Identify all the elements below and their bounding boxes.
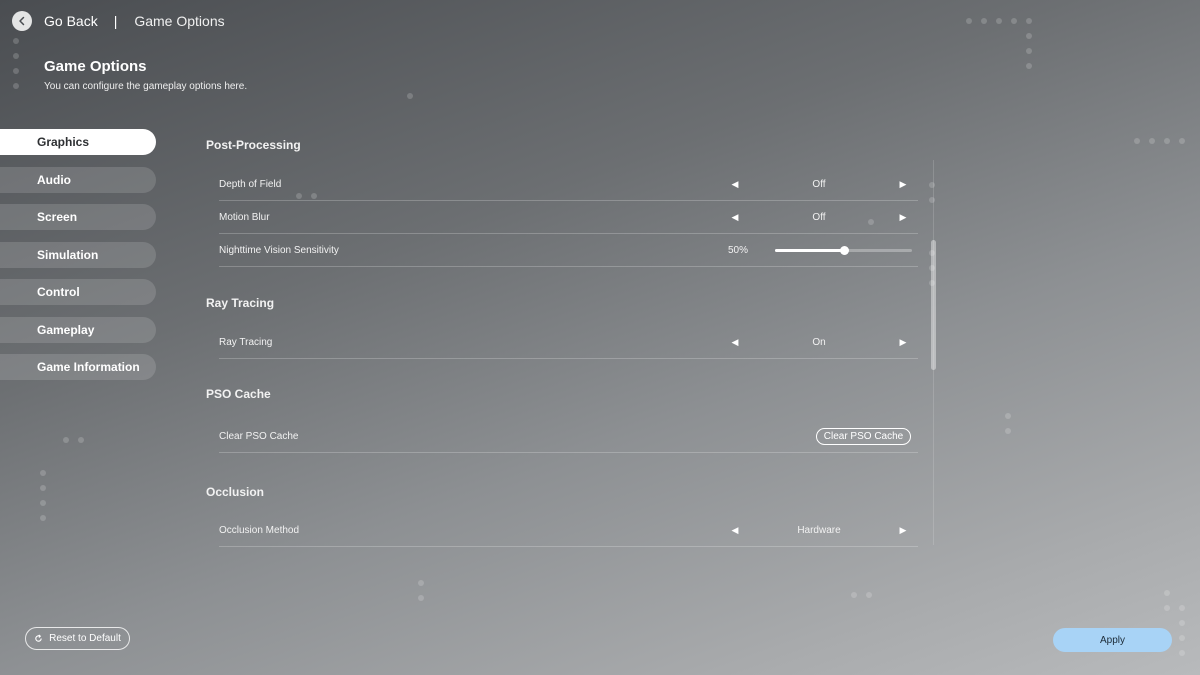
page-title: Game Options bbox=[44, 58, 147, 75]
setting-label: Ray Tracing bbox=[219, 336, 273, 348]
scrollbar-thumb[interactable] bbox=[931, 240, 936, 370]
clear-pso-cache-button[interactable]: Clear PSO Cache bbox=[816, 428, 911, 445]
setting-label: Occlusion Method bbox=[219, 524, 300, 536]
option-value: Hardware bbox=[797, 524, 841, 536]
setting-label: Depth of Field bbox=[219, 178, 282, 190]
sidebar-item-screen[interactable]: Screen bbox=[0, 204, 156, 230]
back-button[interactable] bbox=[12, 11, 32, 31]
setting-label: Motion Blur bbox=[219, 211, 270, 223]
section-title-pso-cache: PSO Cache bbox=[206, 387, 271, 401]
reset-label: Reset to Default bbox=[49, 633, 121, 644]
arrow-right-icon[interactable]: ▶ bbox=[897, 212, 909, 223]
option-value: Off bbox=[812, 178, 826, 190]
setting-row-depth-of-field: Depth of Field ◀ Off ▶ bbox=[219, 168, 918, 201]
arrow-right-icon[interactable]: ▶ bbox=[897, 525, 909, 536]
scrollbar[interactable] bbox=[931, 240, 936, 370]
sidebar-item-gameplay[interactable]: Gameplay bbox=[0, 316, 156, 343]
refresh-icon bbox=[34, 634, 43, 643]
arrow-left-icon[interactable]: ◀ bbox=[729, 179, 741, 190]
chevron-left-icon bbox=[19, 16, 25, 26]
option-selector: ◀ Hardware ▶ bbox=[729, 514, 909, 546]
page-subtitle: You can configure the gameplay options h… bbox=[44, 81, 248, 92]
slider-value: 50% bbox=[728, 244, 749, 256]
option-selector: ◀ Off ▶ bbox=[729, 168, 909, 200]
option-selector: ◀ Off ▶ bbox=[729, 201, 909, 233]
setting-row-clear-pso-cache: Clear PSO Cache Clear PSO Cache bbox=[219, 420, 918, 453]
option-selector: ◀ On ▶ bbox=[729, 326, 909, 358]
slider-track[interactable] bbox=[775, 245, 912, 255]
reset-to-default-button[interactable]: Reset to Default bbox=[25, 627, 130, 650]
breadcrumb-separator: | bbox=[113, 13, 118, 29]
sidebar-item-graphics[interactable]: Graphics bbox=[0, 129, 156, 155]
breadcrumb: Game Options bbox=[134, 13, 225, 29]
sensitivity-slider: 50% bbox=[728, 234, 913, 266]
sidebar-item-audio[interactable]: Audio bbox=[0, 166, 156, 193]
arrow-left-icon[interactable]: ◀ bbox=[729, 212, 741, 223]
setting-label: Nighttime Vision Sensitivity bbox=[219, 244, 339, 256]
slider-thumb[interactable] bbox=[839, 245, 849, 255]
arrow-right-icon[interactable]: ▶ bbox=[897, 179, 909, 190]
arrow-right-icon[interactable]: ▶ bbox=[897, 337, 909, 348]
section-title-ray-tracing: Ray Tracing bbox=[206, 296, 275, 310]
section-title-post-processing: Post-Processing bbox=[206, 138, 301, 152]
top-bar: Go Back | Game Options bbox=[12, 10, 225, 32]
sidebar-item-game-information[interactable]: Game Information bbox=[0, 354, 156, 380]
setting-row-motion-blur: Motion Blur ◀ Off ▶ bbox=[219, 201, 918, 234]
option-value: On bbox=[812, 336, 826, 348]
arrow-left-icon[interactable]: ◀ bbox=[729, 525, 741, 536]
setting-row-nighttime-vision: Nighttime Vision Sensitivity 50% bbox=[219, 234, 918, 267]
option-value: Off bbox=[812, 211, 826, 223]
sidebar-item-control[interactable]: Control bbox=[0, 279, 156, 305]
apply-button[interactable]: Apply bbox=[1053, 628, 1172, 652]
sidebar-item-simulation[interactable]: Simulation bbox=[0, 241, 156, 268]
setting-label: Clear PSO Cache bbox=[219, 430, 299, 442]
setting-row-ray-tracing: Ray Tracing ◀ On ▶ bbox=[219, 326, 918, 359]
slider-fill bbox=[775, 248, 844, 252]
section-title-occlusion: Occlusion bbox=[206, 485, 265, 499]
arrow-left-icon[interactable]: ◀ bbox=[729, 337, 741, 348]
setting-row-occlusion-method: Occlusion Method ◀ Hardware ▶ bbox=[219, 514, 918, 547]
sidebar: Graphics Audio Screen Simulation Control… bbox=[0, 129, 156, 392]
go-back-link[interactable]: Go Back bbox=[44, 13, 98, 29]
